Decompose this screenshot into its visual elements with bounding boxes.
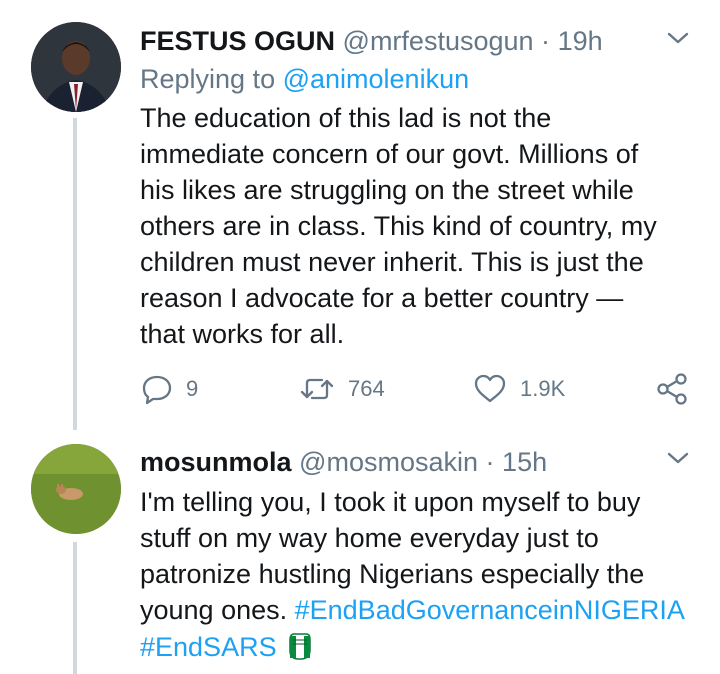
- reply-button[interactable]: 9: [140, 367, 198, 411]
- chevron-down-icon[interactable]: [664, 28, 692, 48]
- tweet-text: I'm telling you, I took it upon myself t…: [140, 484, 715, 665]
- text-line: immediate concern of our govt. Millions …: [140, 139, 639, 169]
- text-line: #EndSARS: [140, 628, 715, 665]
- heart-icon: [474, 374, 506, 403]
- retweet-icon: [300, 378, 334, 400]
- replying-prefix: Replying to: [140, 64, 283, 94]
- user-handle[interactable]: @mosmosakin: [299, 447, 478, 477]
- like-button[interactable]: 1.9K: [472, 367, 565, 411]
- separator-dot: ·: [541, 26, 551, 56]
- text-line: reason I advocate for a better country —: [140, 283, 624, 313]
- tweet-header: mosunmola @mosmosakin · 15h: [140, 446, 547, 478]
- hashtag-link[interactable]: #EndBadGovernanceinNIGERIA: [295, 595, 685, 625]
- avatar-image: [31, 444, 121, 534]
- display-name[interactable]: FESTUS OGUN: [140, 26, 335, 56]
- hashtag-link[interactable]: #EndSARS: [140, 632, 277, 662]
- tweet-mosunmola[interactable]: mosunmola @mosmosakin · 15h I'm telling …: [0, 430, 720, 674]
- text-line: patronize hustling Nigerians especially …: [140, 559, 645, 589]
- tweet-text: The education of this lad is not the imm…: [140, 100, 700, 352]
- text-line: that works for all.: [140, 319, 345, 349]
- display-name[interactable]: mosunmola: [140, 447, 292, 477]
- text-line: his likes are struggling on the street w…: [140, 175, 634, 205]
- tweet-header: FESTUS OGUN @mrfestusogun · 19h: [140, 25, 603, 57]
- text-segment: young ones.: [140, 595, 295, 625]
- replying-to-link[interactable]: @animolenikun: [283, 64, 470, 94]
- raised-fist-nigeria-flag-icon: [289, 633, 311, 660]
- text-line: The education of this lad is not the: [140, 103, 552, 133]
- share-icon: [657, 373, 687, 405]
- tweet-actions: 9 764 1.9K: [0, 367, 720, 411]
- thread-line: [73, 542, 77, 674]
- chevron-down-icon[interactable]: [664, 448, 692, 468]
- share-button[interactable]: [654, 367, 690, 411]
- text-line: young ones. #EndBadGovernanceinNIGERIA: [140, 592, 715, 628]
- reply-count: 9: [186, 376, 199, 401]
- timestamp[interactable]: 15h: [502, 447, 547, 477]
- text-line: stuff on my way home everyday just to: [140, 523, 599, 553]
- retweet-button[interactable]: 764: [298, 367, 385, 411]
- text-line: others are in class. This kind of countr…: [140, 211, 657, 241]
- avatar[interactable]: [31, 444, 121, 534]
- like-count: 1.9K: [520, 376, 566, 401]
- timestamp[interactable]: 19h: [558, 26, 603, 56]
- retweet-count: 764: [348, 376, 385, 401]
- text-line: I'm telling you, I took it upon myself t…: [140, 487, 641, 517]
- avatar[interactable]: [31, 22, 121, 112]
- text-line: children must never inherit. This is jus…: [140, 247, 644, 277]
- tweet-festus[interactable]: FESTUS OGUN @mrfestusogun · 19h Replying…: [0, 0, 720, 430]
- replying-to: Replying to @animolenikun: [140, 63, 469, 95]
- avatar-image: [31, 22, 121, 112]
- separator-dot: ·: [485, 447, 495, 477]
- user-handle[interactable]: @mrfestusogun: [343, 26, 534, 56]
- reply-icon: [142, 375, 172, 405]
